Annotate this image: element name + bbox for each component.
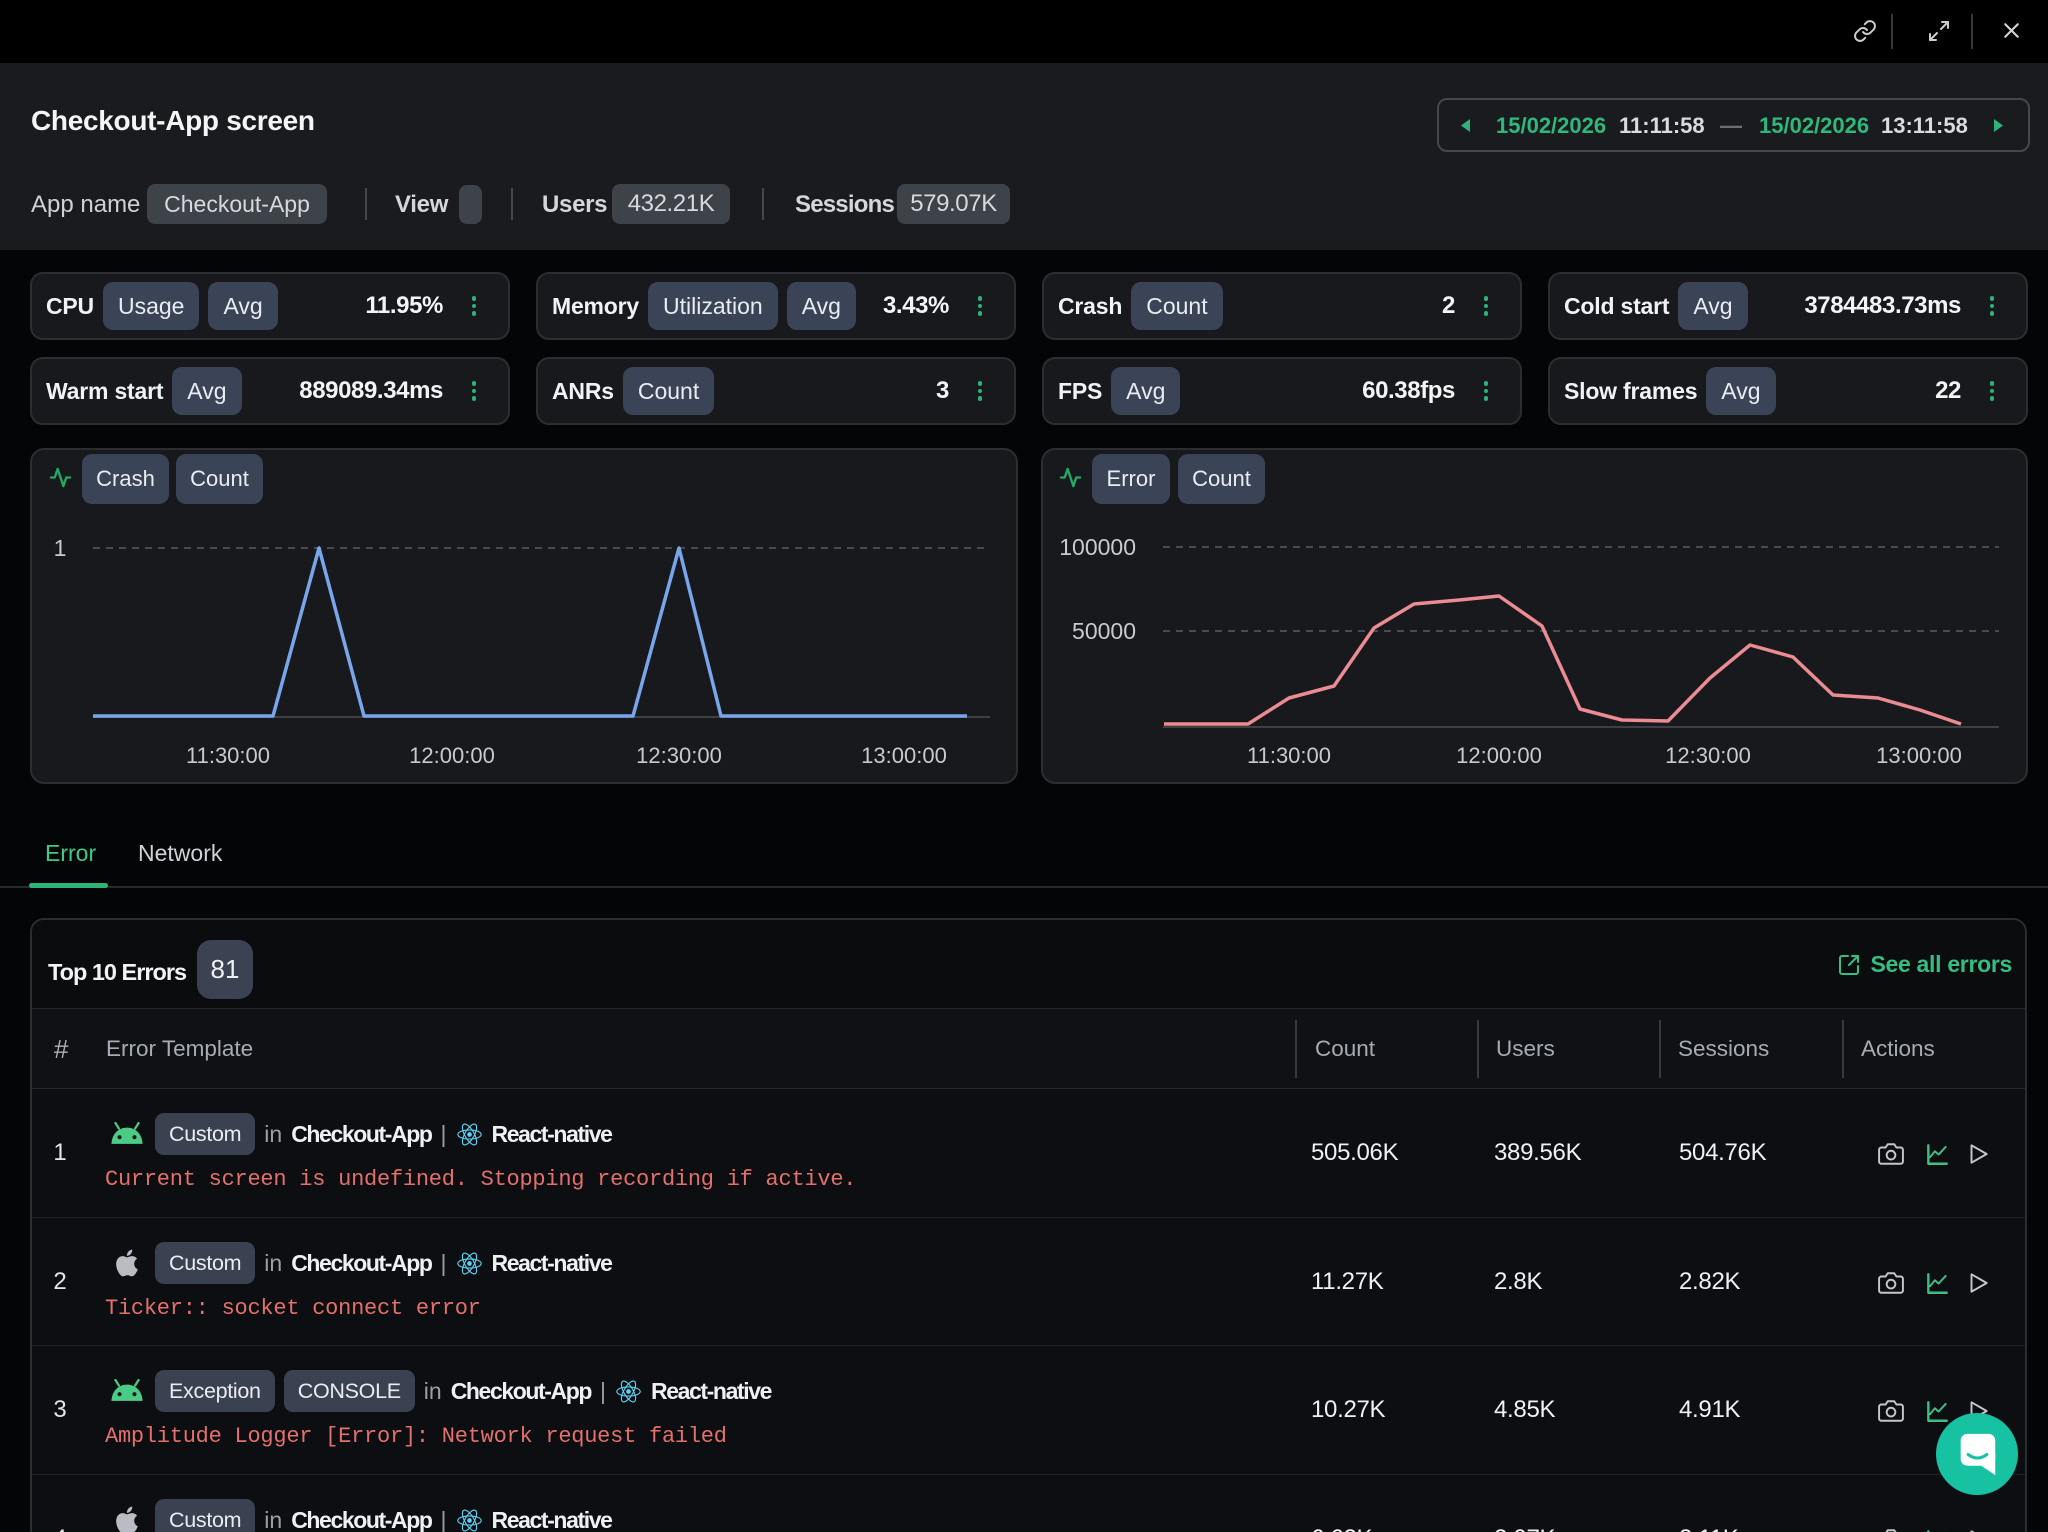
svg-text:50000: 50000 <box>1072 618 1136 644</box>
svg-text:1: 1 <box>54 535 67 561</box>
svg-text:100000: 100000 <box>1059 534 1136 560</box>
